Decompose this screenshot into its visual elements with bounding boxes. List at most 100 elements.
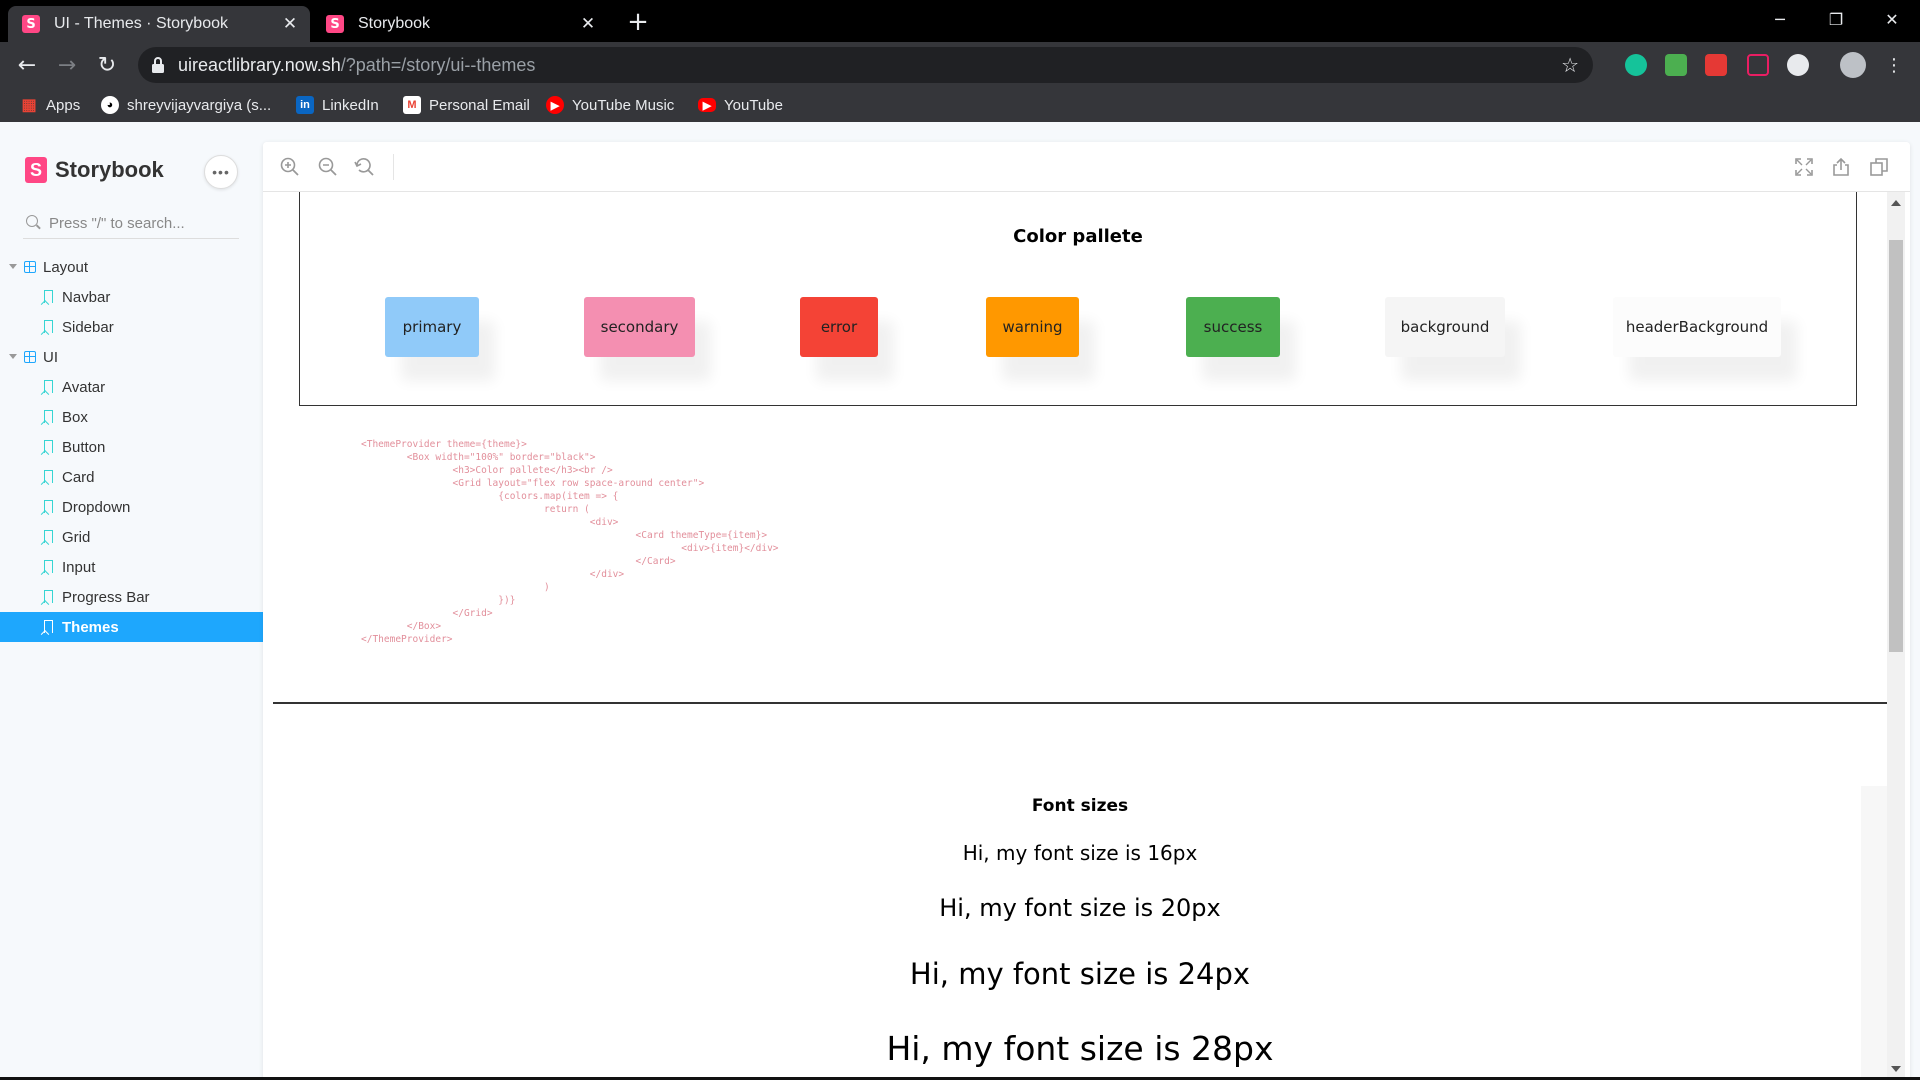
- code-line: <div>{item}</div>: [361, 543, 779, 554]
- sidebar-search: [23, 209, 239, 239]
- tree-item-label: Sidebar: [62, 318, 114, 336]
- new-tab-button[interactable]: +: [624, 7, 652, 37]
- bookmark-youtube-music[interactable]: ▶ YouTube Music: [546, 94, 674, 116]
- tree-item-button[interactable]: Button: [0, 432, 263, 462]
- tree-item-dropdown[interactable]: Dropdown: [0, 492, 263, 522]
- url-path: /?path=/story/ui--themes: [340, 55, 536, 75]
- zoom-out-icon[interactable]: [317, 156, 339, 178]
- bookmark-icon: [44, 290, 53, 303]
- copy-link-icon[interactable]: [1868, 156, 1890, 178]
- reload-icon[interactable]: ↻: [91, 49, 123, 81]
- minimize-icon[interactable]: ─: [1752, 0, 1808, 38]
- tree-item-progress-bar[interactable]: Progress Bar: [0, 582, 263, 612]
- caret-down-icon: [9, 354, 17, 359]
- canvas-panel: Color pallete primary secondary error wa…: [263, 142, 1910, 1080]
- tab-close-icon[interactable]: ✕: [280, 14, 300, 34]
- sidebar-menu-button[interactable]: •••: [204, 155, 238, 189]
- zoom-in-icon[interactable]: [279, 156, 301, 178]
- tree-item-label: Navbar: [62, 288, 111, 306]
- preview-scrollbar[interactable]: [1887, 192, 1905, 1080]
- storybook-brand[interactable]: S Storybook: [25, 157, 164, 183]
- bookmark-star-icon[interactable]: ☆: [1561, 53, 1579, 77]
- browser-menu-icon[interactable]: ⋮: [1878, 49, 1910, 81]
- code-line: </Card>: [361, 556, 676, 567]
- tree-item-label: Input: [62, 558, 96, 576]
- back-arrow-icon[interactable]: ←: [11, 49, 43, 81]
- tree-group-layout[interactable]: Layout: [0, 252, 263, 282]
- swatch-warning: warning: [986, 297, 1079, 357]
- forward-arrow-icon[interactable]: →: [51, 49, 83, 81]
- restore-icon[interactable]: ❐: [1808, 0, 1864, 38]
- bookmark-label: Apps: [46, 96, 81, 114]
- close-window-icon[interactable]: ✕: [1864, 0, 1920, 38]
- scroll-up-icon[interactable]: [1891, 200, 1901, 206]
- tab-close-icon[interactable]: ✕: [578, 14, 598, 34]
- mail-extension-icon[interactable]: [1665, 54, 1687, 76]
- share-icon[interactable]: [1830, 156, 1852, 178]
- swatch-primary: primary: [385, 297, 479, 357]
- storybook-logo-icon: S: [25, 157, 47, 183]
- tree-item-avatar[interactable]: Avatar: [0, 372, 263, 402]
- tree-item-box[interactable]: Box: [0, 402, 263, 432]
- storybook-favicon-icon: S: [326, 15, 344, 33]
- bookmark-github[interactable]: ◕ shreyvijayvargiya (s...: [101, 94, 271, 116]
- bookmark-icon: [44, 470, 53, 483]
- brand-name: Storybook: [55, 157, 164, 182]
- story-font-sizes: Font sizes Hi, my font size is 16px Hi, …: [273, 706, 1887, 1080]
- tree-item-label: Button: [62, 438, 106, 456]
- tree-item-label: Dropdown: [62, 498, 131, 516]
- gmail-icon: M: [403, 96, 421, 114]
- zoom-reset-icon[interactable]: [354, 156, 376, 178]
- bookmark-linkedin[interactable]: in LinkedIn: [296, 94, 379, 116]
- swatch-background: background: [1385, 297, 1505, 357]
- scroll-down-icon[interactable]: [1891, 1066, 1901, 1072]
- linkedin-icon: in: [296, 96, 314, 114]
- bookmark-icon: [44, 380, 53, 393]
- bookmark-youtube[interactable]: ▶ YouTube: [698, 94, 783, 116]
- url-text: uireactlibrary.now.sh/?path=/story/ui--t…: [178, 55, 535, 76]
- tree-item-input[interactable]: Input: [0, 552, 263, 582]
- sidebar: S Storybook ••• Layout Navbar Sidebar: [0, 122, 263, 1080]
- swatch-header-background: headerBackground: [1613, 297, 1781, 357]
- tree-item-sidebar[interactable]: Sidebar: [0, 312, 263, 342]
- scrollbar-thumb[interactable]: [1889, 240, 1903, 652]
- browser-tab[interactable]: S Storybook ✕: [312, 6, 608, 42]
- grammarly-extension-icon[interactable]: [1625, 54, 1647, 76]
- tree-item-label: Avatar: [62, 378, 106, 396]
- bookmark-label: shreyvijayvargiya (s...: [127, 96, 272, 114]
- video-extension-icon[interactable]: [1705, 54, 1727, 76]
- storybook-favicon-icon: S: [22, 15, 40, 33]
- bookmark-personal-email[interactable]: M Personal Email: [403, 94, 530, 116]
- bookmark-icon: [44, 500, 53, 513]
- m-extension-icon[interactable]: [1747, 54, 1769, 76]
- font-size-sample-16: Hi, my font size is 16px: [962, 841, 1198, 865]
- storybook-app: S Storybook ••• Layout Navbar Sidebar: [0, 122, 1920, 1080]
- canvas-toolbar: [263, 142, 1910, 192]
- tree-item-themes[interactable]: Themes: [0, 612, 263, 642]
- profile-avatar-icon[interactable]: [1840, 52, 1866, 78]
- fullscreen-icon[interactable]: [1793, 156, 1815, 178]
- url-host: uireactlibrary.now.sh: [178, 55, 341, 75]
- search-icon: [26, 215, 38, 227]
- github-icon: ◕: [101, 96, 119, 114]
- browser-tab-active[interactable]: S UI - Themes · Storybook ✕: [8, 6, 310, 42]
- palette-title: Color pallete: [1013, 226, 1143, 247]
- tree-group-ui[interactable]: UI: [0, 342, 263, 372]
- address-bar[interactable]: uireactlibrary.now.sh/?path=/story/ui--t…: [138, 47, 1593, 83]
- tree-item-grid[interactable]: Grid: [0, 522, 263, 552]
- tree-item-label: Grid: [62, 528, 91, 546]
- bookmark-label: YouTube Music: [572, 96, 675, 114]
- search-input[interactable]: [49, 211, 234, 235]
- font-sizes-title: Font sizes: [1031, 796, 1129, 816]
- tree-item-navbar[interactable]: Navbar: [0, 282, 263, 312]
- bookmark-icon: [44, 530, 53, 543]
- bookmark-apps[interactable]: ▦ Apps: [20, 94, 80, 116]
- tree-item-card[interactable]: Card: [0, 462, 263, 492]
- code-line: {colors.map(item => {: [361, 491, 619, 502]
- tree-item-label: Progress Bar: [62, 588, 150, 606]
- tree-item-label: Card: [62, 468, 95, 486]
- bookmark-icon: [44, 620, 53, 633]
- story-preview: Color pallete primary secondary error wa…: [273, 192, 1887, 1080]
- apps-grid-icon: ▦: [21, 97, 37, 114]
- circle-extension-icon[interactable]: [1787, 54, 1809, 76]
